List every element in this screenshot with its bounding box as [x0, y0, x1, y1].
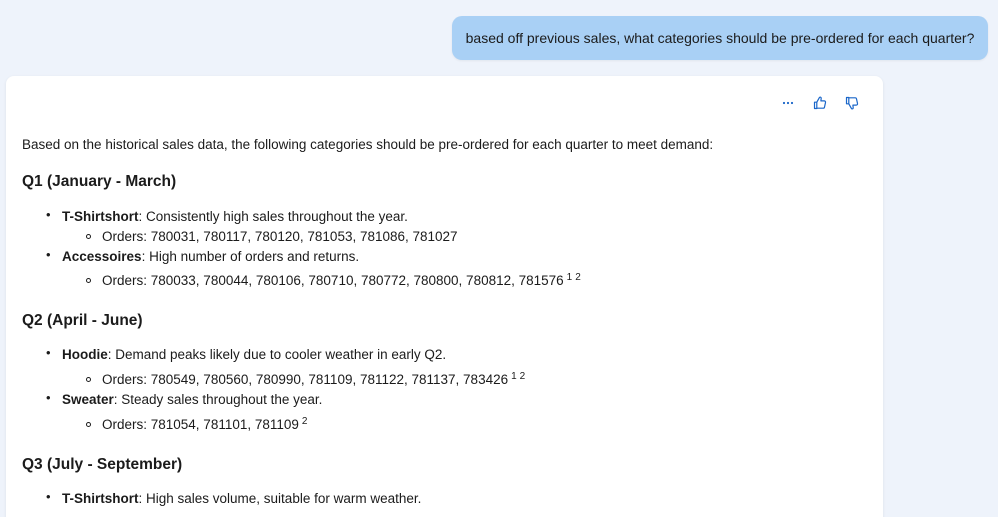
orders-text: Orders: 780031, 780117, 780120, 781053, … — [102, 229, 458, 244]
dislike-button[interactable] — [843, 94, 861, 112]
category-item: • T-Shirtshort: Consistently high sales … — [22, 207, 862, 247]
orders-line: Orders: 780549, 780560, 780990, 781109, … — [22, 370, 862, 390]
category-name: T-Shirtshort — [62, 491, 139, 506]
response-actions — [779, 94, 861, 112]
category-item: • T-Shirtshort: High sales volume, suita… — [46, 489, 422, 506]
thumbs-down-icon — [845, 96, 859, 110]
quarter-heading: Q1 (January - March) — [22, 173, 177, 190]
category-description: : Demand peaks likely due to cooler weat… — [107, 347, 447, 362]
orders-text: Orders: 780033, 780044, 780106, 780710, … — [102, 273, 564, 288]
category-name: Accessoires — [62, 249, 142, 264]
orders-line: Orders: 780031, 780117, 780120, 781053, … — [22, 227, 862, 247]
category-name: Sweater — [62, 392, 114, 407]
category-item: • Sweater: Steady sales throughout the y… — [22, 390, 862, 435]
category-description: : Steady sales throughout the year. — [113, 392, 323, 407]
assistant-response-card: Based on the historical sales data, the … — [6, 76, 883, 517]
user-message-text: based off previous sales, what categorie… — [465, 30, 975, 46]
thumbs-up-icon — [813, 96, 827, 110]
category-name: Hoodie — [62, 347, 108, 362]
citation-link[interactable]: 1 — [511, 371, 517, 382]
category-list-q1: • T-Shirtshort: Consistently high sales … — [22, 207, 862, 291]
quarter-section-q2: Q2 (April - June) — [22, 312, 862, 330]
quarter-heading: Q2 (April - June) — [22, 312, 143, 329]
more-options-button[interactable] — [779, 94, 797, 112]
orders-text: Orders: 780549, 780560, 780990, 781109, … — [102, 372, 509, 387]
citation-refs: 12 — [567, 272, 584, 283]
quarter-heading: Q3 (July - September) — [22, 456, 183, 473]
chat-page: based off previous sales, what categorie… — [0, 0, 998, 517]
orders-text: Orders: 781054, 781101, 781109 — [102, 417, 299, 432]
category-list-q2: • Hoodie: Demand peaks likely due to coo… — [22, 345, 862, 435]
quarter-section-q1: Q1 (January - March) — [22, 173, 862, 191]
category-description: : High sales volume, suitable for warm w… — [138, 491, 422, 506]
category-item: • Hoodie: Demand peaks likely due to coo… — [22, 345, 862, 390]
category-list-q3: • T-Shirtshort: High sales volume, suita… — [22, 489, 862, 509]
orders-line: Orders: 780033, 780044, 780106, 780710, … — [22, 271, 862, 291]
more-icon — [782, 101, 794, 105]
citation-link[interactable]: 1 — [567, 272, 573, 283]
orders-line: Orders: 781054, 781101, 781109 2 — [22, 415, 862, 435]
quarter-section-q3: Q3 (July - September) — [22, 456, 862, 474]
category-item: • Accessoires: High number of orders and… — [22, 247, 862, 291]
category-description: : High number of orders and returns. — [141, 249, 360, 264]
user-message-bubble: based off previous sales, what categorie… — [452, 16, 988, 60]
response-intro: Based on the historical sales data, the … — [22, 137, 714, 152]
like-button[interactable] — [811, 94, 829, 112]
citation-link[interactable]: 2 — [575, 272, 581, 283]
citation-link[interactable]: 2 — [520, 371, 526, 382]
category-description: : Consistently high sales throughout the… — [138, 209, 408, 224]
citation-refs: 2 — [302, 416, 311, 427]
citation-refs: 12 — [511, 371, 528, 382]
citation-link[interactable]: 2 — [302, 416, 308, 427]
category-name: T-Shirtshort — [62, 209, 139, 224]
